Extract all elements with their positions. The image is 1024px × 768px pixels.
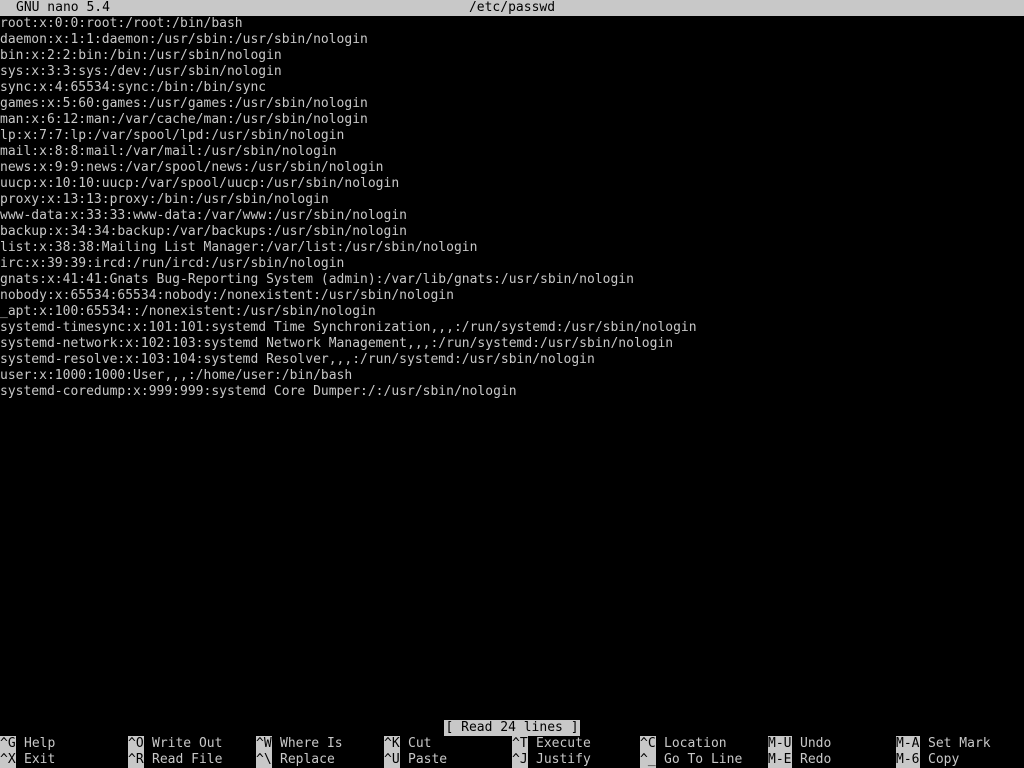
shortcut-key: ^G (0, 736, 16, 752)
shortcut-cut[interactable]: ^K Cut (384, 736, 431, 752)
file-line[interactable]: daemon:x:1:1:daemon:/usr/sbin:/usr/sbin/… (0, 32, 1024, 48)
shortcut-key: ^C (640, 736, 656, 752)
shortcut-label: Replace (280, 752, 335, 767)
shortcut-set-mark[interactable]: M-A Set Mark (896, 736, 991, 752)
shortcut-read-file[interactable]: ^R Read File (128, 752, 222, 768)
file-line[interactable]: news:x:9:9:news:/var/spool/news:/usr/sbi… (0, 160, 1024, 176)
shortcut-label: Paste (408, 752, 448, 767)
shortcut-key: ^T (512, 736, 528, 752)
shortcut-key: ^\ (256, 752, 272, 768)
app-name: GNU nano 5.4 (16, 0, 110, 15)
shortcut-label: Redo (800, 752, 832, 767)
shortcut-key: ^U (384, 752, 400, 768)
file-line[interactable]: uucp:x:10:10:uucp:/var/spool/uucp:/usr/s… (0, 176, 1024, 192)
shortcut-label: Justify (536, 752, 591, 767)
file-line[interactable]: sync:x:4:65534:sync:/bin:/bin/sync (0, 80, 1024, 96)
shortcut-key: ^W (256, 736, 272, 752)
file-line[interactable]: www-data:x:33:33:www-data:/var/www:/usr/… (0, 208, 1024, 224)
file-line[interactable]: man:x:6:12:man:/var/cache/man:/usr/sbin/… (0, 112, 1024, 128)
shortcut-label: Cut (408, 736, 432, 751)
shortcut-key: ^R (128, 752, 144, 768)
file-line[interactable]: systemd-network:x:102:103:systemd Networ… (0, 336, 1024, 352)
shortcut-label: Set Mark (928, 736, 991, 751)
file-line[interactable]: mail:x:8:8:mail:/var/mail:/usr/sbin/nolo… (0, 144, 1024, 160)
shortcut-undo[interactable]: M-U Undo (768, 736, 831, 752)
shortcut-label: Read File (152, 752, 223, 767)
shortcut-justify[interactable]: ^J Justify (512, 752, 591, 768)
status-bar: [ Read 24 lines ] (0, 720, 1024, 736)
shortcut-where-is[interactable]: ^W Where Is (256, 736, 343, 752)
shortcut-key: ^O (128, 736, 144, 752)
shortcut-write-out[interactable]: ^O Write Out (128, 736, 222, 752)
file-line[interactable]: list:x:38:38:Mailing List Manager:/var/l… (0, 240, 1024, 256)
file-line[interactable]: _apt:x:100:65534::/nonexistent:/usr/sbin… (0, 304, 1024, 320)
file-line[interactable]: root:x:0:0:root:/root:/bin/bash (0, 16, 1024, 32)
file-line[interactable]: systemd-coredump:x:999:999:systemd Core … (0, 384, 1024, 400)
file-line[interactable]: systemd-resolve:x:103:104:systemd Resolv… (0, 352, 1024, 368)
file-line[interactable]: irc:x:39:39:ircd:/run/ircd:/usr/sbin/nol… (0, 256, 1024, 272)
file-line[interactable]: user:x:1000:1000:User,,,:/home/user:/bin… (0, 368, 1024, 384)
shortcut-label: Copy (928, 752, 960, 767)
shortcut-bar: ^G Help ^O Write Out ^W Where Is ^K Cut ^T Execut… (0, 736, 1024, 768)
shortcut-exit[interactable]: ^X Exit (0, 752, 55, 768)
file-line[interactable]: sys:x:3:3:sys:/dev:/usr/sbin/nologin (0, 64, 1024, 80)
shortcut-label: Where Is (280, 736, 343, 751)
shortcut-label: Location (664, 736, 727, 751)
file-name: /etc/passwd (468, 0, 556, 15)
shortcut-paste[interactable]: ^U Paste (384, 752, 447, 768)
shortcut-key: ^X (0, 752, 16, 768)
shortcut-label: Help (24, 736, 56, 751)
file-line[interactable]: games:x:5:60:games:/usr/games:/usr/sbin/… (0, 96, 1024, 112)
shortcut-label: Write Out (152, 736, 223, 751)
shortcut-go-to-line[interactable]: ^_ Go To Line (640, 752, 742, 768)
shortcut-key: M-6 (896, 752, 920, 768)
shortcut-location[interactable]: ^C Location (640, 736, 727, 752)
file-line[interactable]: backup:x:34:34:backup:/var/backups:/usr/… (0, 224, 1024, 240)
shortcut-redo[interactable]: M-E Redo (768, 752, 831, 768)
shortcut-help[interactable]: ^G Help (0, 736, 55, 752)
shortcut-copy[interactable]: M-6 Copy (896, 752, 959, 768)
file-line[interactable]: bin:x:2:2:bin:/bin:/usr/sbin/nologin (0, 48, 1024, 64)
file-line[interactable]: gnats:x:41:41:Gnats Bug-Reporting System… (0, 272, 1024, 288)
shortcut-key: M-U (768, 736, 792, 752)
shortcut-label: Execute (536, 736, 591, 751)
file-line[interactable]: lp:x:7:7:lp:/var/spool/lpd:/usr/sbin/nol… (0, 128, 1024, 144)
file-line[interactable]: nobody:x:65534:65534:nobody:/nonexistent… (0, 288, 1024, 304)
shortcut-execute[interactable]: ^T Execute (512, 736, 591, 752)
shortcut-key: ^_ (640, 752, 656, 768)
shortcut-key: ^J (512, 752, 528, 768)
shortcut-replace[interactable]: ^\ Replace (256, 752, 335, 768)
shortcut-label: Exit (24, 752, 56, 767)
status-message: [ Read 24 lines ] (444, 720, 580, 736)
title-bar: /etc/passwd GNU nano 5.4 (0, 0, 1024, 16)
shortcut-label: Undo (800, 736, 832, 751)
text-editor-area[interactable]: root:x:0:0:root:/root:/bin/bash daemon:x:… (0, 16, 1024, 716)
shortcut-key: ^K (384, 736, 400, 752)
shortcut-key: M-E (768, 752, 792, 768)
shortcut-key: M-A (896, 736, 920, 752)
shortcut-label: Go To Line (664, 752, 743, 767)
file-line[interactable]: systemd-timesync:x:101:101:systemd Time … (0, 320, 1024, 336)
file-line[interactable]: proxy:x:13:13:proxy:/bin:/usr/sbin/nolog… (0, 192, 1024, 208)
